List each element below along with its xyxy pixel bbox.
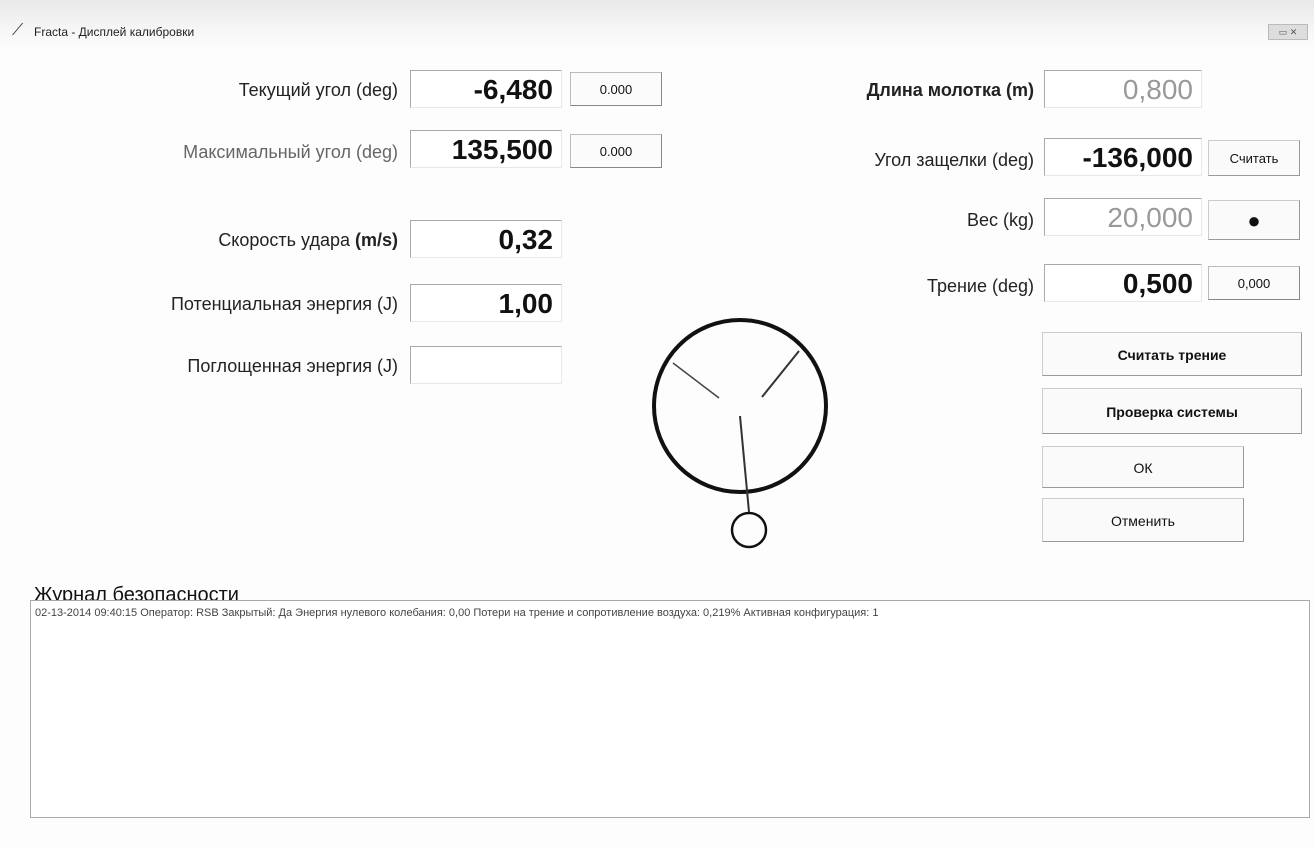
friction-offset[interactable]: 0,000 <box>1208 266 1300 300</box>
potential-energy-value: 1,00 <box>410 284 562 322</box>
current-angle-label: Текущий угол (deg) <box>238 80 398 100</box>
potential-energy-label: Потенциальная энергия (J) <box>170 294 398 314</box>
impact-speed-value: 0,32 <box>410 220 562 258</box>
ok-button[interactable]: ОК <box>1042 446 1244 488</box>
hammer-length-value: 0,800 <box>1044 70 1202 108</box>
journal-entry: 02-13-2014 09:40:15 Оператор: RSB Закрыт… <box>35 607 879 619</box>
weight-icon: ● <box>1247 208 1261 233</box>
friction-label: Трение (deg) <box>926 276 1034 296</box>
pendulum-diagram <box>652 318 828 549</box>
read-latch-button[interactable]: Считать <box>1208 140 1300 176</box>
current-angle-value: -6,480 <box>410 70 562 108</box>
hammer-icon: ⟋ <box>12 22 24 39</box>
title-bar: ⟋ Fracta - Дисплей калибровки ▭ ✕ <box>0 0 1314 52</box>
weight-label: Вес (kg) <box>966 210 1034 230</box>
absorbed-energy-label: Поглощенная энергия (J) <box>187 356 398 376</box>
dial-marker-left <box>672 362 720 399</box>
system-check-button[interactable]: Проверка системы <box>1042 388 1302 434</box>
current-angle-offset[interactable]: 0.000 <box>570 72 662 106</box>
latch-angle-label: Угол защелки (deg) <box>874 150 1034 170</box>
max-angle-value: 135,500 <box>410 130 562 168</box>
weight-value: 20,000 <box>1044 198 1202 236</box>
weight-button[interactable]: ● <box>1208 200 1300 240</box>
max-angle-offset[interactable]: 0.000 <box>570 134 662 168</box>
window-controls[interactable]: ▭ ✕ <box>1268 24 1308 40</box>
max-angle-label: Максимальный угол (deg) <box>183 142 398 162</box>
latch-angle-value: -136,000 <box>1044 138 1202 176</box>
safety-journal[interactable]: 02-13-2014 09:40:15 Оператор: RSB Закрыт… <box>30 600 1310 818</box>
dial-marker-right <box>761 350 800 398</box>
window-title: Fracta - Дисплей калибровки <box>34 25 195 39</box>
read-friction-button[interactable]: Считать трение <box>1042 332 1302 376</box>
absorbed-energy-value <box>410 346 562 384</box>
hammer-length-label: Длина молотка (m) <box>866 80 1034 100</box>
cancel-button[interactable]: Отменить <box>1042 498 1244 542</box>
pendulum-dial <box>652 318 828 494</box>
friction-value: 0,500 <box>1044 264 1202 302</box>
pendulum-arm <box>739 415 750 513</box>
impact-speed-label: Скорость удара (m/s) <box>218 230 398 250</box>
pendulum-weight <box>730 511 768 549</box>
